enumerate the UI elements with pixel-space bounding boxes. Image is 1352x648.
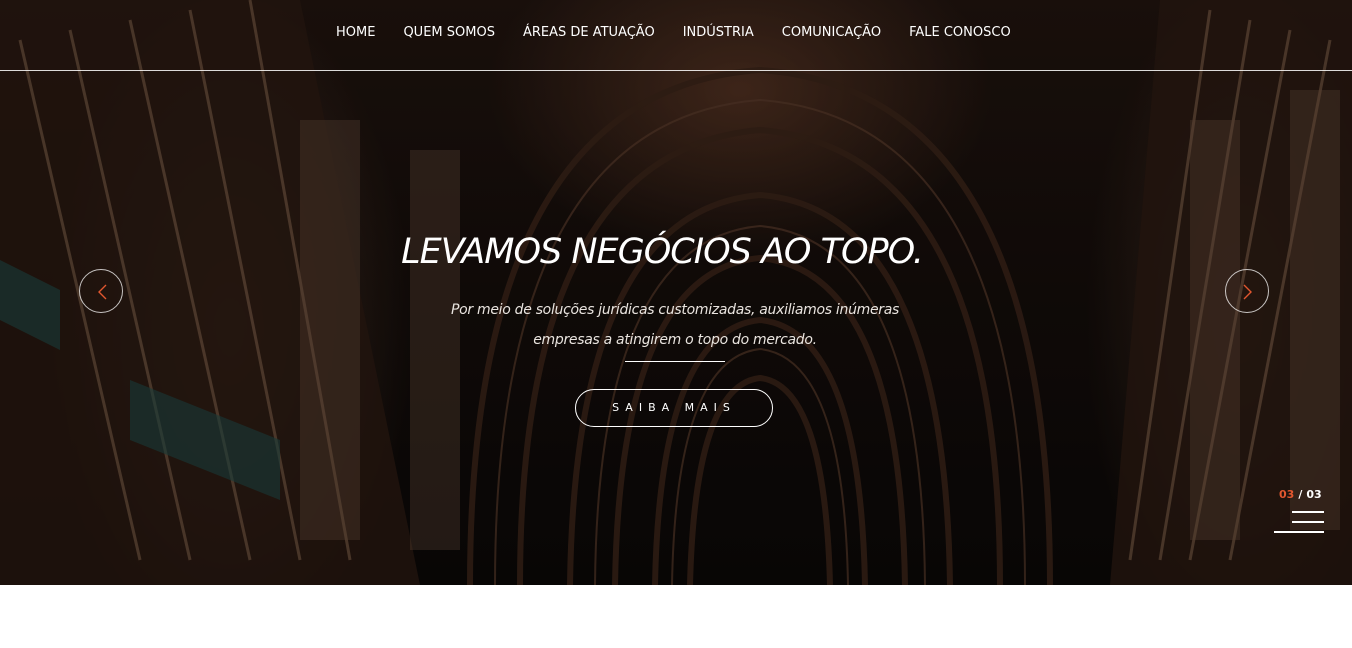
slider-next-button[interactable] [1225,269,1269,313]
slider-prev-button[interactable] [79,269,123,313]
nav-item-quem-somos[interactable]: QUEM SOMOS [403,25,495,40]
hero-subtext-line-1: Por meio de soluções jurídicas customiza… [450,302,900,318]
hero-slider: HOME QUEM SOMOS ÁREAS DE ATUAÇÃO INDÚSTR… [0,0,1352,585]
chevron-right-icon [1243,284,1252,300]
saiba-mais-button[interactable]: SAIBA MAIS [575,389,773,427]
nav-item-home[interactable]: HOME [336,25,375,40]
nav-menu: HOME QUEM SOMOS ÁREAS DE ATUAÇÃO INDÚSTR… [336,25,1011,40]
nav-item-industria[interactable]: INDÚSTRIA [683,25,754,40]
hero-divider [625,361,725,362]
slide-total: 03 [1306,488,1322,501]
hero-headline: LEVAMOS NEGÓCIOS AO TOPO. [401,232,924,272]
top-navigation: HOME QUEM SOMOS ÁREAS DE ATUAÇÃO INDÚSTR… [0,0,1352,71]
nav-item-comunicacao[interactable]: COMUNICAÇÃO [782,25,881,40]
slide-counter: 03/03 [1279,488,1322,501]
hero-subtext-line-2: empresas a atingirem o topo do mercado. [533,332,817,348]
nav-item-fale-conosco[interactable]: FALE CONOSCO [909,25,1011,40]
below-hero-section [0,585,1352,648]
hero-subtext: Por meio de soluções jurídicas customiza… [425,295,925,355]
chevron-left-icon [98,284,107,300]
hamburger-icon[interactable] [1274,511,1324,533]
hero-overlay [0,0,1352,585]
slide-current: 03 [1279,488,1295,501]
hero-headline-container: LEVAMOS NEGÓCIOS AO TOPO. [0,232,1352,272]
slide-separator: / [1298,488,1303,501]
nav-item-areas-de-atuacao[interactable]: ÁREAS DE ATUAÇÃO [523,25,655,40]
